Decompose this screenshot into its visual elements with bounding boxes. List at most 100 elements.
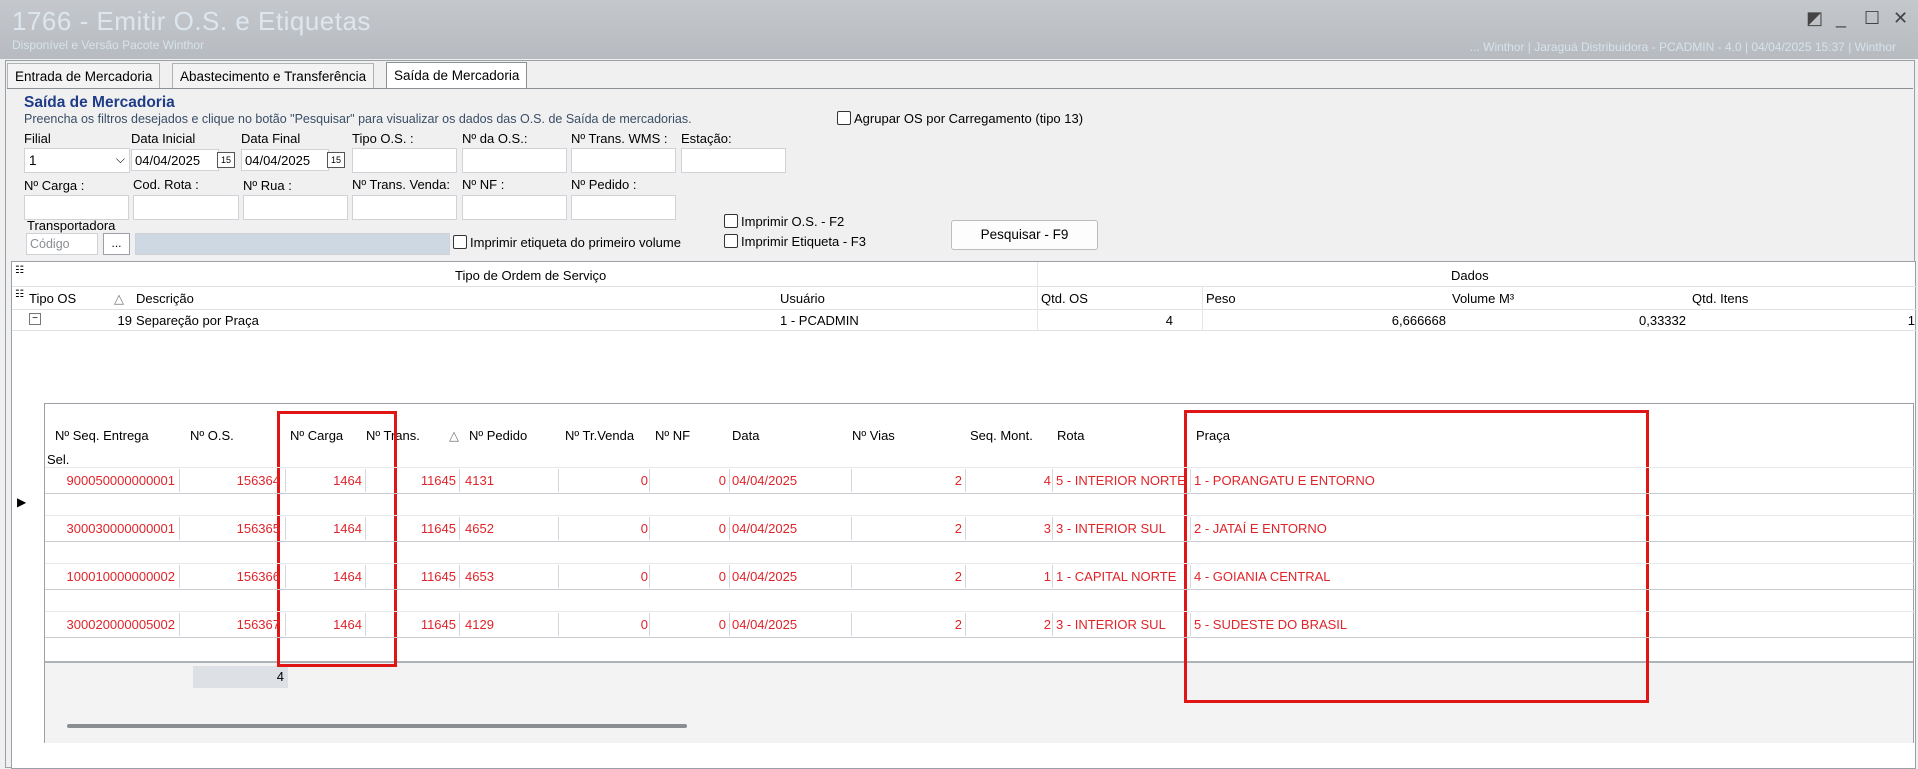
col-data[interactable]: Data bbox=[732, 428, 759, 443]
col-seq-entrega[interactable]: Nº Seq. Entrega bbox=[55, 428, 149, 443]
cell-rota[interactable]: 3 - INTERIOR SUL bbox=[1054, 521, 1190, 536]
cell-carga[interactable]: 1464 bbox=[286, 473, 364, 488]
cell-rota[interactable]: 3 - INTERIOR SUL bbox=[1054, 617, 1190, 632]
cell-trans[interactable]: 11645 bbox=[368, 617, 458, 632]
tab-saida[interactable]: Saída de Mercadoria bbox=[386, 62, 528, 89]
tipo-os-input[interactable] bbox=[352, 148, 457, 173]
cell-trans[interactable]: 11645 bbox=[368, 569, 458, 584]
cell-os[interactable]: 156366 bbox=[181, 569, 282, 584]
cell-divider bbox=[558, 469, 559, 492]
carga-input[interactable] bbox=[24, 195, 129, 220]
cell-seqmont[interactable]: 3 bbox=[968, 521, 1053, 536]
cell-carga[interactable]: 1464 bbox=[286, 569, 364, 584]
col-num-vias[interactable]: Nº Vias bbox=[852, 428, 895, 443]
imprimir-os-checkbox[interactable]: Imprimir O.S. - F2 bbox=[724, 214, 844, 229]
close-icon[interactable]: ✕ bbox=[1893, 8, 1908, 29]
col-seq-mont[interactable]: Seq. Mont. bbox=[970, 428, 1033, 443]
collapse-icon[interactable]: − bbox=[29, 313, 41, 325]
cell-nf[interactable]: 0 bbox=[651, 569, 728, 584]
imprimir-etiqueta-checkbox[interactable]: Imprimir Etiqueta - F3 bbox=[724, 234, 866, 249]
codigo-input[interactable]: Código bbox=[26, 233, 98, 255]
estacao-input[interactable] bbox=[681, 148, 786, 173]
cell-seqmont[interactable]: 4 bbox=[968, 473, 1053, 488]
cell-nf[interactable]: 0 bbox=[651, 473, 728, 488]
cell-vias[interactable]: 2 bbox=[853, 521, 964, 536]
cell-os[interactable]: 156364 bbox=[181, 473, 282, 488]
num-trans-wms-input[interactable] bbox=[571, 148, 676, 173]
col-descricao[interactable]: Descrição bbox=[136, 291, 194, 306]
cell-data[interactable]: 04/04/2025 bbox=[730, 569, 850, 584]
nf-input[interactable] bbox=[462, 195, 567, 220]
tab-abastecimento[interactable]: Abastecimento e Transferência bbox=[172, 63, 375, 88]
cell-rota[interactable]: 1 - CAPITAL NORTE bbox=[1054, 569, 1190, 584]
col-rota[interactable]: Rota bbox=[1057, 428, 1084, 443]
col-usuario[interactable]: Usuário bbox=[780, 291, 825, 306]
data-final-input[interactable]: 04/04/2025 bbox=[241, 149, 329, 171]
cell-praca[interactable]: 2 - JATAÍ E ENTORNO bbox=[1192, 521, 1492, 536]
cell-os[interactable]: 156367 bbox=[181, 617, 282, 632]
imprimir-primeiro-checkbox[interactable]: Imprimir etiqueta do primeiro volume bbox=[453, 235, 681, 250]
horizontal-scrollbar[interactable] bbox=[67, 724, 687, 728]
cell-trvenda[interactable]: 0 bbox=[559, 521, 650, 536]
cell-trans[interactable]: 11645 bbox=[368, 521, 458, 536]
col-num-nf[interactable]: Nº NF bbox=[655, 428, 690, 443]
cell-seq[interactable]: 900050000000001 bbox=[55, 473, 177, 488]
cell-pedido[interactable]: 4129 bbox=[463, 617, 558, 632]
col-num-trvenda[interactable]: Nº Tr.Venda bbox=[565, 428, 634, 443]
grid-menu-icon[interactable]: ☷ bbox=[15, 289, 24, 300]
calendar-icon[interactable]: 15 bbox=[217, 152, 235, 168]
cell-nf[interactable]: 0 bbox=[651, 521, 728, 536]
cell-data[interactable]: 04/04/2025 bbox=[730, 617, 850, 632]
col-peso[interactable]: Peso bbox=[1206, 291, 1236, 306]
cell-os[interactable]: 156365 bbox=[181, 521, 282, 536]
minimize-icon[interactable]: _ bbox=[1836, 8, 1846, 29]
data-inicial-input[interactable]: 04/04/2025 bbox=[131, 149, 219, 171]
cell-seq[interactable]: 300030000000001 bbox=[55, 521, 177, 536]
cell-trans[interactable]: 11645 bbox=[368, 473, 458, 488]
col-qtd-os[interactable]: Qtd. OS bbox=[1041, 291, 1088, 306]
cell-pedido[interactable]: 4652 bbox=[463, 521, 558, 536]
rua-input[interactable] bbox=[243, 195, 348, 220]
col-tipo-os[interactable]: Tipo OS bbox=[29, 291, 76, 306]
cell-rota[interactable]: 5 - INTERIOR NORTE bbox=[1054, 473, 1190, 488]
cell-trvenda[interactable]: 0 bbox=[559, 473, 650, 488]
pedido-input[interactable] bbox=[571, 195, 676, 220]
search-ellipsis-button[interactable]: ... bbox=[103, 233, 130, 255]
cell-vias[interactable]: 2 bbox=[853, 617, 964, 632]
cell-carga[interactable]: 1464 bbox=[286, 617, 364, 632]
tab-entrada[interactable]: Entrada de Mercadoria bbox=[7, 63, 161, 88]
cell-vias[interactable]: 2 bbox=[853, 569, 964, 584]
cell-trvenda[interactable]: 0 bbox=[559, 569, 650, 584]
trans-venda-input[interactable] bbox=[352, 195, 457, 220]
col-sel[interactable]: Sel. bbox=[47, 452, 69, 467]
num-os-input[interactable] bbox=[462, 148, 567, 173]
cell-trvenda[interactable]: 0 bbox=[559, 617, 650, 632]
cell-carga[interactable]: 1464 bbox=[286, 521, 364, 536]
cell-seqmont[interactable]: 1 bbox=[968, 569, 1053, 584]
restore-icon[interactable]: ◩ bbox=[1806, 8, 1823, 29]
cell-seq[interactable]: 100010000000002 bbox=[55, 569, 177, 584]
filial-select[interactable]: 1 ⌵ bbox=[24, 148, 130, 173]
cod-rota-input[interactable] bbox=[133, 195, 239, 220]
cell-praca[interactable]: 1 - PORANGATU E ENTORNO bbox=[1192, 473, 1492, 488]
cell-pedido[interactable]: 4653 bbox=[463, 569, 558, 584]
pesquisar-button[interactable]: Pesquisar - F9 bbox=[951, 220, 1098, 250]
cell-nf[interactable]: 0 bbox=[651, 617, 728, 632]
agrupar-checkbox[interactable]: Agrupar OS por Carregamento (tipo 13) bbox=[837, 111, 1083, 126]
grid-menu-icon[interactable]: ☷ bbox=[15, 265, 24, 276]
cell-data[interactable]: 04/04/2025 bbox=[730, 521, 850, 536]
cell-vias[interactable]: 2 bbox=[853, 473, 964, 488]
col-qtd-itens[interactable]: Qtd. Itens bbox=[1692, 291, 1748, 306]
cell-data[interactable]: 04/04/2025 bbox=[730, 473, 850, 488]
cell-divider bbox=[649, 565, 650, 588]
cell-pedido[interactable]: 4131 bbox=[463, 473, 558, 488]
cell-praca[interactable]: 4 - GOIANIA CENTRAL bbox=[1192, 569, 1492, 584]
maximize-icon[interactable]: ☐ bbox=[1864, 8, 1880, 29]
cell-seq[interactable]: 300020000005002 bbox=[55, 617, 177, 632]
col-volume[interactable]: Volume M³ bbox=[1452, 291, 1514, 306]
cell-praca[interactable]: 5 - SUDESTE DO BRASIL bbox=[1192, 617, 1492, 632]
col-num-os[interactable]: Nº O.S. bbox=[190, 428, 234, 443]
col-num-pedido[interactable]: Nº Pedido bbox=[469, 428, 527, 443]
cell-seqmont[interactable]: 2 bbox=[968, 617, 1053, 632]
calendar-icon[interactable]: 15 bbox=[327, 152, 345, 168]
